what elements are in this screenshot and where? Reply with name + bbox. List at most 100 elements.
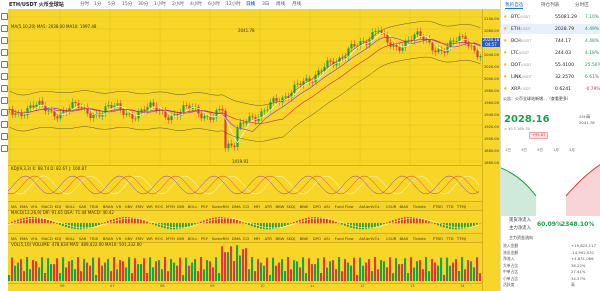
indicator-option[interactable]: WR xyxy=(146,236,152,241)
macd-pane[interactable]: MACD(12,26,9) DIF: 91.65 DEA: 71.44 MACD… xyxy=(8,209,482,234)
indicator-option[interactable]: BBW xyxy=(276,236,285,241)
trash-icon[interactable] xyxy=(1,145,8,152)
indicator-option[interactable]: PTBO xyxy=(433,236,443,241)
indicator-option[interactable]: BBW xyxy=(276,204,285,209)
indicator-option[interactable]: Tickets xyxy=(413,236,426,241)
indicator-option[interactable]: MACD xyxy=(41,204,52,209)
indicator-option[interactable]: BOLL xyxy=(188,204,198,209)
indicator-option[interactable]: EMA xyxy=(20,204,28,209)
timeframe-tab[interactable]: 3日 xyxy=(262,1,269,7)
range-button[interactable]: 1日 xyxy=(505,148,511,153)
star-icon[interactable]: ★ xyxy=(503,86,507,92)
timeframe-tab[interactable]: 5分 xyxy=(108,1,115,7)
timeframe-tab[interactable]: 周线 xyxy=(276,1,285,7)
indicator-option[interactable]: BBIE xyxy=(300,236,309,241)
trendline-icon[interactable] xyxy=(1,25,8,32)
horizontal-line-icon[interactable] xyxy=(1,37,8,44)
indicator-option[interactable]: DPO xyxy=(313,204,321,209)
watchlist-row[interactable]: ★ BCH/USDT 744.17 4.48% xyxy=(501,36,600,46)
timeframe-tab[interactable]: 4小时 xyxy=(190,1,202,7)
star-icon[interactable]: ★ xyxy=(503,14,507,20)
indicator-option[interactable]: ATR xyxy=(265,236,272,241)
indicator-option[interactable]: VR xyxy=(116,204,121,209)
timeframe-tab-active[interactable]: 日线 xyxy=(246,1,255,7)
indicator-option[interactable]: EMA xyxy=(20,236,28,241)
indicator-option[interactable]: VOL xyxy=(31,236,39,241)
indicator-option[interactable]: BOLL xyxy=(188,236,198,241)
indicator-option[interactable]: MTM xyxy=(166,204,175,209)
indicator-option[interactable]: AIAlertVOL xyxy=(359,204,379,209)
indicator-option[interactable]: BIAS xyxy=(400,204,409,209)
indicator-option[interactable]: LSUR xyxy=(386,204,396,209)
indicator-option[interactable]: Tickets xyxy=(413,204,426,209)
text-icon[interactable] xyxy=(1,73,8,80)
indicator-option[interactable]: PSY xyxy=(201,236,208,241)
indicator-option[interactable]: ROC xyxy=(155,236,163,241)
watchlist-row[interactable]: ★ LINK/USDT 32.2570 6.61% xyxy=(501,72,600,82)
star-icon[interactable]: ★ xyxy=(503,50,507,56)
indicator-option[interactable]: Fund Flow xyxy=(335,204,354,209)
range-button[interactable]: 3月 xyxy=(569,148,575,153)
indicator-option[interactable]: BIAS xyxy=(400,236,409,241)
indicator-option[interactable]: SomeRSI xyxy=(212,236,229,241)
timeframe-tab[interactable]: 6小时 xyxy=(208,1,220,7)
range-button[interactable]: 1月 xyxy=(553,148,559,153)
indicator-option[interactable]: TTMJ xyxy=(457,204,466,209)
announcement-text[interactable]: 公告：火币全球站新增...（查看更多） xyxy=(503,96,571,102)
indicator-option[interactable]: EMV xyxy=(136,236,144,241)
shape-icon[interactable] xyxy=(1,61,8,68)
indicator-option[interactable]: CCI xyxy=(243,204,249,209)
timeframe-tab[interactable]: 30分 xyxy=(138,1,148,7)
indicator-option[interactable]: MA xyxy=(11,236,17,241)
range-button[interactable]: 5日 xyxy=(537,148,543,153)
indicator-option[interactable]: KDJ xyxy=(55,204,62,209)
indicator-option[interactable]: VR xyxy=(116,236,121,241)
watchlist-row[interactable]: ★ XRP/USDT 0.6241 -0.79% xyxy=(501,84,600,94)
indicator-option[interactable]: SAR xyxy=(79,236,87,241)
kdj-pane[interactable]: KDJ(9,3,3) K: 88.74 D: 82.67 J: 100.87 xyxy=(8,165,482,202)
tab-zones[interactable]: 分时区 xyxy=(575,2,589,8)
indicator-option[interactable]: MA xyxy=(11,204,17,209)
watchlist-row[interactable]: ★ BTC/USDT 55081.29 7.10% xyxy=(501,12,600,22)
zoom-icon[interactable] xyxy=(1,97,8,104)
timeframe-tab[interactable]: 12小时 xyxy=(226,1,241,7)
indicator-option[interactable]: ASI xyxy=(324,204,330,209)
watchlist-row[interactable]: ★ ETH/USDT 2028.79 4.49% xyxy=(501,24,600,34)
volume-pane[interactable]: VOL(5,10) VOLUME: 478,634 MA5: 489,422.0… xyxy=(8,241,482,284)
indicator-option[interactable]: MFI xyxy=(254,236,261,241)
indicator-option[interactable]: BRAR xyxy=(103,236,113,241)
indicator-option[interactable]: ATR xyxy=(265,204,272,209)
price-axis[interactable]: 2100.002080.002060.002040.002020.002000.… xyxy=(482,9,501,291)
indicator-option[interactable]: Fund Flow xyxy=(335,236,354,241)
tab-positions[interactable]: 持仓列表 xyxy=(541,2,559,8)
indicator-option[interactable]: DMA xyxy=(232,204,241,209)
watchlist-row[interactable]: ★ DOT/USDT 55.4100 25.56% xyxy=(501,60,600,70)
indicator-option[interactable]: DPO xyxy=(313,236,321,241)
indicator-option[interactable]: OBV xyxy=(125,204,133,209)
indicator-option[interactable]: MTM xyxy=(166,236,175,241)
eye-icon[interactable] xyxy=(1,133,8,140)
tab-watchlist[interactable]: 我的自选 xyxy=(505,2,524,9)
indicator-option[interactable]: PSY xyxy=(201,204,208,209)
indicator-option[interactable]: TRIX xyxy=(90,204,99,209)
timeframe-tab[interactable]: 1小时 xyxy=(154,1,166,7)
indicator-option[interactable]: TTD xyxy=(446,204,454,209)
indicator-option[interactable]: BBIE xyxy=(300,204,309,209)
indicator-option[interactable]: SKDJ xyxy=(286,236,295,241)
indicator-option[interactable]: AIAlertVOL xyxy=(359,236,379,241)
magnet-icon[interactable] xyxy=(1,109,8,116)
indicator-option[interactable]: WR xyxy=(146,204,152,209)
indicator-option[interactable]: TTMJ xyxy=(457,236,466,241)
range-button[interactable]: 3日 xyxy=(521,148,527,153)
price-pane[interactable]: MA(5,10,20) MA5: 2038.00 MA10: 1997.48 2… xyxy=(8,9,482,166)
chart-area[interactable]: MA(5,10,20) MA5: 2038.00 MA10: 1997.48 2… xyxy=(8,9,482,291)
indicator-option[interactable]: CCI xyxy=(243,236,249,241)
indicator-option[interactable]: VOL xyxy=(31,204,39,209)
timeframe-tab[interactable]: 2小时 xyxy=(172,1,184,7)
indicator-option[interactable]: PTBO xyxy=(433,204,443,209)
indicator-option[interactable]: SAR xyxy=(79,204,87,209)
indicator-option[interactable]: ROC xyxy=(155,204,163,209)
indicator-option[interactable]: MFI xyxy=(254,204,261,209)
star-icon[interactable]: ★ xyxy=(503,74,507,80)
timeframe-tab[interactable]: 月线 xyxy=(292,1,301,7)
